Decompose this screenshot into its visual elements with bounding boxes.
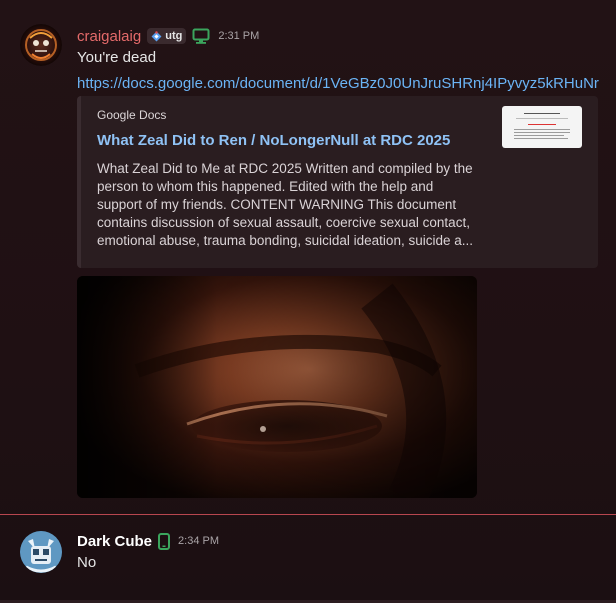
avatar[interactable] xyxy=(20,531,62,573)
username[interactable]: craigalaig xyxy=(77,28,141,45)
desktop-icon xyxy=(192,28,210,44)
attached-image[interactable] xyxy=(77,276,477,498)
message-text: No xyxy=(77,554,97,571)
server-tag-label: utg xyxy=(165,30,183,42)
timestamp: 2:31 PM xyxy=(218,30,260,42)
message: craigalaig utg 2:31 PM You're dead https… xyxy=(0,0,616,510)
embed-description: What Zeal Did to Me at RDC 2025 Written … xyxy=(97,161,473,248)
embed-title[interactable]: What Zeal Did to Ren / NoLongerNull at R… xyxy=(97,132,450,149)
tag-diamond-icon xyxy=(151,30,162,41)
embed-provider[interactable]: Google Docs xyxy=(97,108,166,122)
chat-window: craigalaig utg 2:31 PM You're dead https… xyxy=(0,0,616,603)
server-tag[interactable]: utg xyxy=(147,28,187,44)
new-messages-divider xyxy=(0,514,616,515)
message-header: craigalaig utg 2:31 PM xyxy=(77,25,616,47)
embed-thumbnail[interactable] xyxy=(502,106,582,148)
timestamp: 2:34 PM xyxy=(178,535,219,547)
mobile-phone-icon xyxy=(158,532,171,550)
link-embed: Google Docs What Zeal Did to Ren / NoLon… xyxy=(77,96,598,268)
avatar[interactable] xyxy=(20,24,62,66)
message-text: You're dead xyxy=(77,49,157,66)
message: Dark Cube 2:34 PM No xyxy=(0,520,616,600)
message-link[interactable]: https://docs.google.com/document/d/1VeGB… xyxy=(77,73,616,95)
message-header: Dark Cube 2:34 PM xyxy=(77,530,616,552)
username[interactable]: Dark Cube xyxy=(77,533,152,550)
